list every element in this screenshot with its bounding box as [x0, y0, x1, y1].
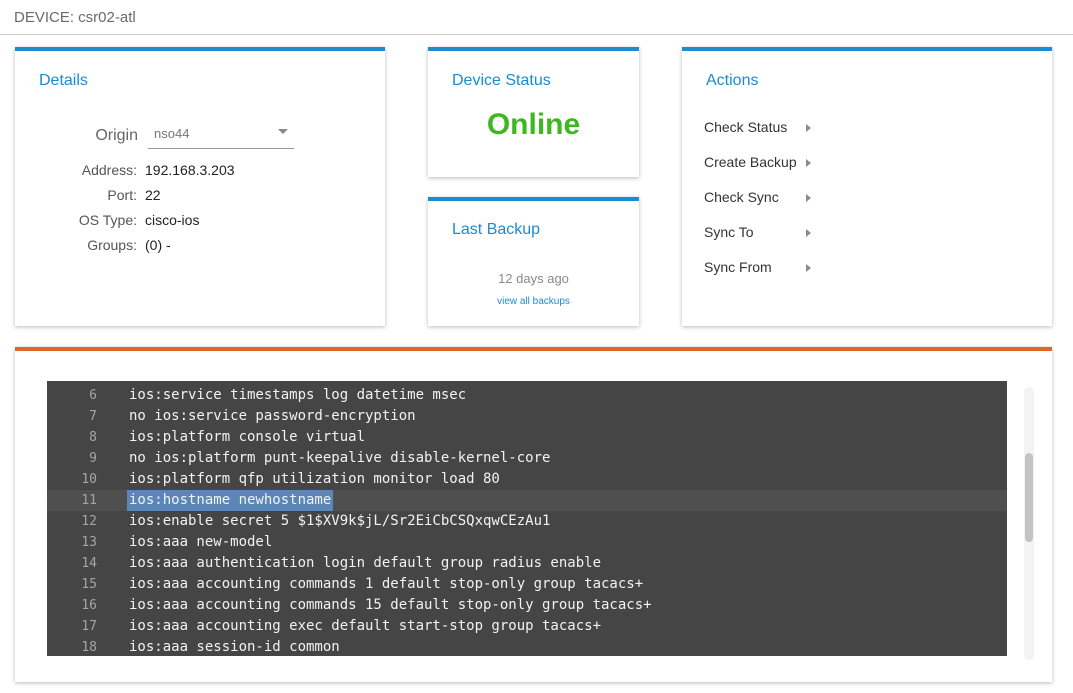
chevron-right-icon [806, 229, 811, 237]
sync-to-action[interactable]: Sync To [704, 222, 824, 244]
line-text: ios:service timestamps log datetime msec [129, 387, 467, 403]
line-text: ios:platform qfp utilization monitor loa… [129, 471, 500, 487]
line-number: 14 [81, 556, 97, 571]
origin-value: nso44 [154, 126, 190, 141]
scrollbar-thumb[interactable] [1025, 453, 1033, 542]
code-line: 9 no ios:platform punt-keepalive disable… [47, 448, 1007, 469]
groups-label: Groups: [87, 237, 137, 253]
device-status-card: Device Status Online [428, 47, 639, 177]
line-number: 18 [81, 640, 97, 655]
editor-scrollbar[interactable] [1024, 387, 1034, 660]
last-backup-title: Last Backup [452, 221, 541, 238]
line-number: 11 [81, 493, 97, 508]
line-number: 16 [81, 598, 97, 613]
actions-title: Actions [706, 72, 759, 89]
config-editor-card: 6 ios:service timestamps log datetime ms… [15, 347, 1052, 682]
line-number: 13 [81, 535, 97, 550]
backup-age: 12 days ago [498, 271, 569, 286]
line-number: 9 [89, 451, 97, 466]
action-label: Check Status [704, 119, 788, 135]
code-line: 15 ios:aaa accounting commands 1 default… [47, 574, 1007, 595]
line-text: no ios:service password-encryption [129, 408, 416, 424]
sync-from-action[interactable]: Sync From [704, 257, 824, 279]
origin-select[interactable]: nso44 [148, 123, 294, 149]
create-backup-action[interactable]: Create Backup [704, 152, 824, 174]
check-sync-action[interactable]: Check Sync [704, 187, 824, 209]
view-all-backups-link[interactable]: view all backups [428, 296, 639, 307]
selected-text: ios:hostname newhostname [127, 490, 334, 511]
action-label: Sync From [704, 259, 772, 275]
chevron-right-icon [806, 124, 811, 132]
action-label: Check Sync [704, 189, 779, 205]
code-line-active: 11 ios:hostname newhostname [47, 490, 1007, 511]
code-line: 18 ios:aaa session-id common [47, 637, 1007, 656]
line-number: 7 [89, 409, 97, 424]
line-text: ios:enable secret 5 $1$XV9k$jL/Sr2EiCbCS… [129, 513, 551, 529]
address-label: Address: [81, 162, 137, 178]
os-type-value: cisco-ios [145, 212, 200, 228]
code-line: 17 ios:aaa accounting exec default start… [47, 616, 1007, 637]
line-number: 17 [81, 619, 97, 634]
code-line: 10 ios:platform qfp utilization monitor … [47, 469, 1007, 490]
actions-card: Actions Check Status Create Backup Check… [682, 47, 1052, 326]
line-text: ios:aaa new-model [129, 534, 273, 550]
line-number: 15 [81, 577, 97, 592]
action-label: Sync To [704, 224, 754, 240]
chevron-right-icon [806, 264, 811, 272]
chevron-right-icon [806, 159, 811, 167]
chevron-right-icon [806, 194, 811, 202]
port-value: 22 [145, 187, 161, 203]
line-text: ios:aaa accounting commands 1 default st… [129, 576, 644, 592]
line-text: ios:aaa accounting commands 15 default s… [129, 597, 652, 613]
code-line: 6 ios:service timestamps log datetime ms… [47, 385, 1007, 406]
port-row: Port: 22 [15, 187, 385, 207]
line-number: 8 [89, 430, 97, 445]
origin-row: Origin nso44 [15, 121, 385, 151]
address-row: Address: 192.168.3.203 [15, 162, 385, 182]
port-label: Port: [107, 187, 137, 203]
line-number: 6 [89, 388, 97, 403]
line-text: no ios:platform punt-keepalive disable-k… [129, 450, 551, 466]
config-editor[interactable]: 6 ios:service timestamps log datetime ms… [47, 381, 1007, 656]
groups-row: Groups: (0) - [15, 237, 385, 257]
line-number: 10 [81, 472, 97, 487]
device-status-title: Device Status [452, 72, 551, 89]
code-line: 8 ios:platform console virtual [47, 427, 1007, 448]
origin-label: Origin [95, 127, 138, 144]
code-line: 12 ios:enable secret 5 $1$XV9k$jL/Sr2EiC… [47, 511, 1007, 532]
code-line: 16 ios:aaa accounting commands 15 defaul… [47, 595, 1007, 616]
code-line: 7 no ios:service password-encryption [47, 406, 1007, 427]
address-value: 192.168.3.203 [145, 162, 235, 178]
status-value: Online [486, 108, 581, 141]
last-backup-card: Last Backup 12 days ago view all backups [428, 197, 639, 326]
page-title: DEVICE: csr02-atl [14, 9, 136, 26]
os-type-label: OS Type: [78, 212, 137, 228]
line-text: ios:aaa authentication login default gro… [129, 555, 602, 571]
line-text: ios:aaa session-id common [129, 639, 340, 655]
os-type-row: OS Type: cisco-ios [15, 212, 385, 232]
details-card: Details Origin nso44 Address: 192.168.3.… [15, 47, 385, 326]
code-line: 13 ios:aaa new-model [47, 532, 1007, 553]
code-line: 14 ios:aaa authentication login default … [47, 553, 1007, 574]
caret-down-icon [278, 129, 288, 134]
action-label: Create Backup [704, 154, 797, 170]
line-text: ios:aaa accounting exec default start-st… [129, 618, 602, 634]
page-header: DEVICE: csr02-atl [0, 0, 1073, 35]
line-number: 12 [81, 514, 97, 529]
details-title: Details [39, 72, 88, 89]
line-text: ios:platform console virtual [129, 429, 366, 445]
groups-value: (0) - [145, 237, 171, 253]
check-status-action[interactable]: Check Status [704, 117, 824, 139]
